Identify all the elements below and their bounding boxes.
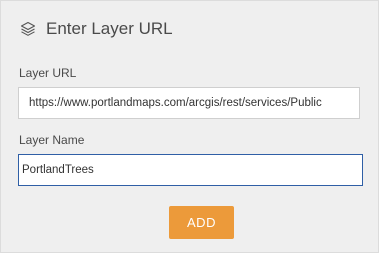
layer-url-label: Layer URL xyxy=(19,66,77,80)
layers-icon xyxy=(19,20,37,38)
add-button[interactable]: ADD xyxy=(169,206,234,239)
panel-title: Enter Layer URL xyxy=(46,19,173,38)
panel-header: Enter Layer URL xyxy=(19,19,173,39)
layer-url-input[interactable] xyxy=(18,87,360,119)
layer-name-input[interactable] xyxy=(18,154,363,186)
enter-layer-url-panel: Enter Layer URL Layer URL Layer Name ADD xyxy=(0,0,379,253)
layer-name-label: Layer Name xyxy=(19,133,85,147)
